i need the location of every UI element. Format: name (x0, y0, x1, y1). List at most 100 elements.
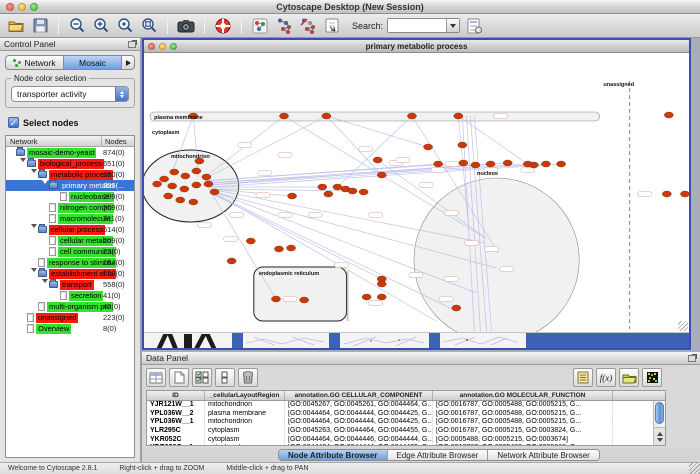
network-node[interactable] (181, 173, 190, 179)
network-node[interactable] (192, 182, 201, 188)
app-resize-grip[interactable] (689, 463, 700, 474)
tree-item-mosaic-demo-yeast[interactable]: mosaic-demo-yeast874(0) (6, 147, 134, 158)
network-node[interactable] (557, 161, 566, 167)
network-node[interactable] (373, 157, 382, 163)
network-node[interactable] (377, 172, 386, 178)
destroy-network-icon[interactable] (298, 16, 318, 36)
tree-item-cell-communicat[interactable]: cell communicat22(0) (6, 246, 134, 257)
snapshot-icon[interactable] (176, 16, 196, 36)
tab-node-attribute-browser[interactable]: Node Attribute Browser (279, 450, 388, 460)
delete-attribute-icon[interactable] (238, 368, 258, 387)
network-node[interactable] (359, 189, 368, 195)
tree-item-overview[interactable]: Overview8(0) (6, 323, 134, 334)
network-node[interactable] (160, 176, 169, 182)
select-attributes-icon[interactable] (192, 368, 212, 387)
unselect-attributes-icon[interactable] (215, 368, 235, 387)
network-node[interactable] (458, 142, 467, 148)
expand-arrow-icon[interactable] (30, 169, 38, 180)
tree-item-cellular-metabo[interactable]: cellular metabo209(0) (6, 235, 134, 246)
tab-network[interactable]: Network (5, 55, 63, 70)
network-node[interactable] (486, 161, 495, 167)
vizmapper-icon[interactable] (250, 16, 270, 36)
tree-item-establishment-of-lo[interactable]: establishment of lo558(0) (6, 268, 134, 279)
expand-arrow-icon[interactable] (41, 180, 49, 191)
new-attribute-icon[interactable] (169, 368, 189, 387)
network-node[interactable] (662, 191, 671, 197)
tree-item-unassigned[interactable]: unassigned223(0) (6, 312, 134, 323)
attribute-table-icon[interactable] (146, 368, 166, 387)
tree-item-metabolic-process[interactable]: metabolic process280(0) (6, 169, 134, 180)
network-node[interactable] (210, 189, 219, 195)
zoom-selected-icon[interactable] (115, 16, 135, 36)
table-row[interactable]: YJR121W__1mitochondrion[GO:0045267, GO:0… (147, 401, 665, 410)
tree-item-nucleobase[interactable]: nucleobase-209(0) (6, 191, 134, 202)
table-row[interactable]: YPL036W__2plasma membrane[GO:0044464, GO… (147, 410, 665, 419)
tabs-overflow-arrow-icon[interactable] (122, 55, 135, 70)
tree-item-secretion[interactable]: secretion41(0) (6, 290, 134, 301)
network-node[interactable] (170, 169, 179, 175)
zoom-out-icon[interactable] (67, 16, 87, 36)
network-node[interactable] (180, 186, 189, 192)
network-node[interactable] (322, 113, 331, 119)
network-node[interactable] (333, 184, 342, 190)
table-row[interactable]: YKR052Ccytoplasm[GO:0044464, GO:0044446,… (147, 435, 665, 444)
network-from-selection-icon[interactable] (274, 16, 294, 36)
table-row[interactable]: YPL036W__1mitochondrion[GO:0044464, GO:0… (147, 418, 665, 427)
node-color-dropdown[interactable]: transporter activity (11, 86, 129, 102)
network-node[interactable] (153, 181, 162, 187)
network-node[interactable] (348, 188, 357, 194)
float-panel-icon[interactable] (128, 41, 136, 48)
search-input[interactable] (388, 19, 446, 32)
network-node[interactable] (318, 184, 327, 190)
tree-item-response-to-stimulu[interactable]: response to stimulu264(0) (6, 257, 134, 268)
network-node[interactable] (189, 199, 198, 205)
window-resize-grip[interactable] (678, 321, 688, 331)
network-node[interactable] (192, 168, 201, 174)
table-row[interactable]: YLR295Ccytoplasm[GO:0045263, GO:0044464,… (147, 427, 665, 436)
network-node[interactable] (202, 174, 211, 180)
matrix-icon[interactable] (642, 368, 662, 387)
table-scrollbar[interactable] (653, 401, 665, 445)
float-panel-icon[interactable] (688, 355, 696, 362)
expand-arrow-icon[interactable] (30, 224, 38, 235)
search-dropdown-arrow-icon[interactable] (446, 19, 459, 32)
help-icon[interactable] (213, 16, 233, 36)
select-nodes-checkbox[interactable]: ✓ (8, 117, 19, 128)
network-node[interactable] (246, 238, 255, 244)
network-node[interactable] (664, 112, 673, 118)
network-node[interactable] (471, 162, 480, 168)
network-node[interactable] (204, 181, 213, 187)
import-attributes-icon[interactable] (619, 368, 639, 387)
network-node[interactable] (168, 183, 177, 189)
network-node[interactable] (300, 297, 309, 303)
network-node[interactable] (362, 294, 371, 300)
network-node[interactable] (434, 161, 443, 167)
zoom-in-icon[interactable] (91, 16, 111, 36)
scrollbar-arrows[interactable] (654, 427, 665, 445)
network-node[interactable] (529, 162, 538, 168)
network-node[interactable] (680, 191, 689, 197)
column-header-id[interactable]: ID (147, 391, 205, 400)
zoom-fit-icon[interactable] (139, 16, 159, 36)
network-node[interactable] (454, 113, 463, 119)
network-node[interactable] (271, 296, 280, 302)
tree-item-cellular-process[interactable]: cellular process614(0) (6, 224, 134, 235)
tree-item-macromolecule[interactable]: macromolecule311(0) (6, 213, 134, 224)
network-node[interactable] (541, 161, 550, 167)
network-node[interactable] (279, 113, 288, 119)
network-node[interactable] (377, 294, 386, 300)
attribute-batch-icon[interactable] (573, 368, 593, 387)
network-node[interactable] (288, 193, 297, 199)
tree-item-primary-metabo[interactable]: primary metabo209(... (6, 180, 134, 191)
network-node[interactable] (176, 197, 185, 203)
network-node[interactable] (459, 160, 468, 166)
network-canvas[interactable]: plasma membrane cytoplasm mitochondrion … (144, 53, 689, 332)
plugin-manager-icon[interactable] (464, 16, 484, 36)
expand-arrow-icon[interactable] (19, 158, 27, 169)
network-node[interactable] (287, 245, 296, 251)
tab-network-attribute-browser[interactable]: Network Attribute Browser (488, 450, 598, 460)
network-node[interactable] (424, 144, 433, 150)
tree-item-transport[interactable]: transport558(0) (6, 279, 134, 290)
column-header-molecular-function[interactable]: annotation.GO MOLECULAR_FUNCTION (433, 391, 613, 400)
column-header-cellular-component[interactable]: annotation.GO CELLULAR_COMPONENT (285, 391, 433, 400)
